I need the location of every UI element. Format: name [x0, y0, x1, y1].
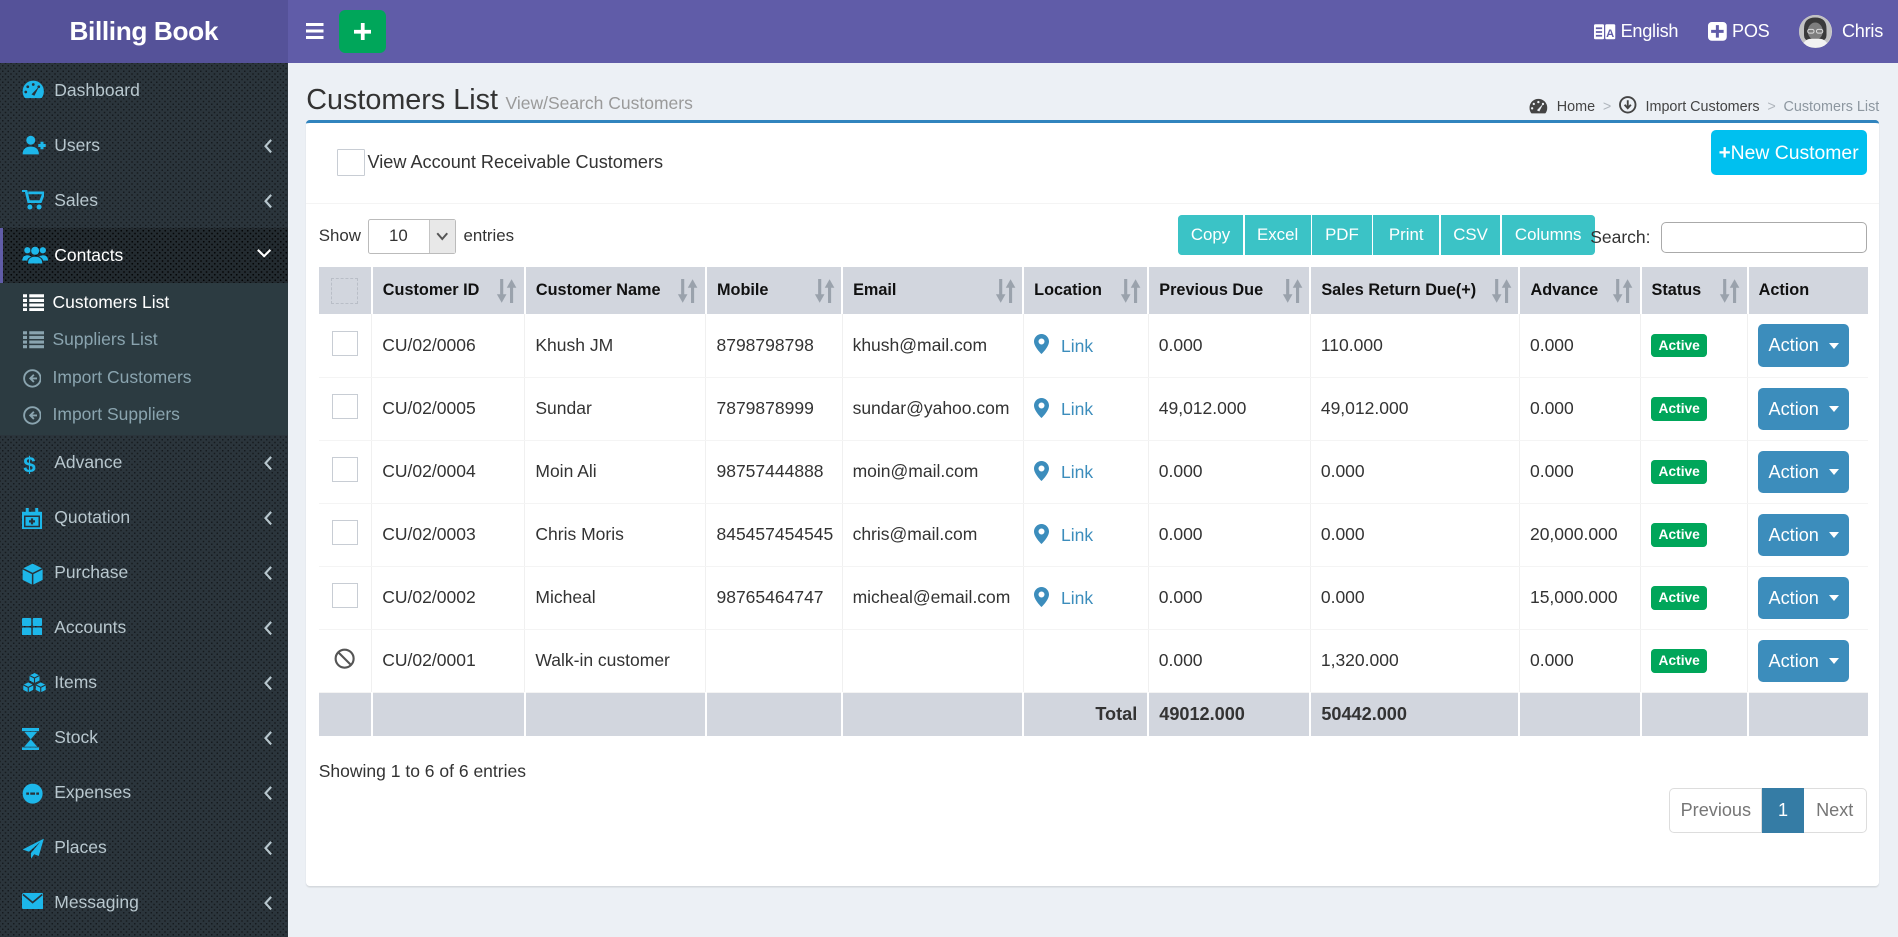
svg-text:A: A [1606, 27, 1614, 39]
svg-text:$: $ [23, 453, 36, 477]
